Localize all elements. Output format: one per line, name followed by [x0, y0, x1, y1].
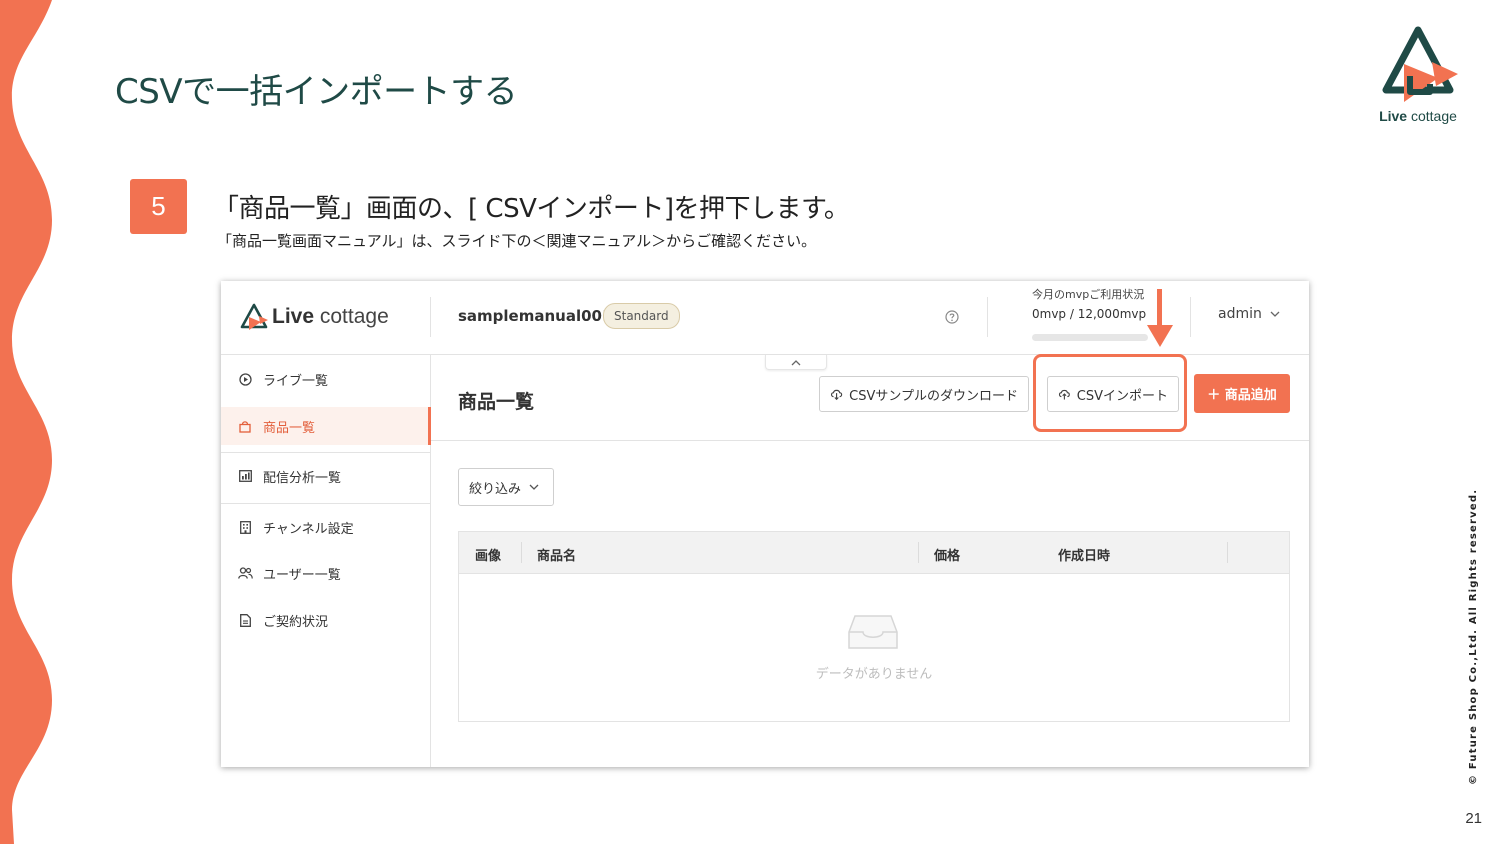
help-icon[interactable] [945, 309, 959, 328]
sidebar-item-channel-settings[interactable]: チャンネル設定 [221, 508, 430, 546]
page-title: 商品一覧 [458, 391, 535, 413]
column-separator [1227, 542, 1228, 563]
decorative-wave [0, 0, 52, 844]
sidebar-item-label: ユーザー一覧 [263, 567, 341, 583]
plan-badge: Standard [603, 303, 680, 329]
chevron-down-icon [529, 484, 539, 490]
header-divider [987, 297, 988, 337]
csv-sample-download-button[interactable]: CSVサンプルのダウンロード [819, 376, 1029, 412]
header-divider [1190, 297, 1191, 337]
tenant-name: samplemanual001 [458, 307, 613, 325]
header-divider [430, 297, 431, 337]
button-label: CSVサンプルのダウンロード [849, 388, 1018, 404]
column-header-name[interactable]: 商品名 [537, 545, 576, 564]
sidebar-divider [221, 503, 430, 504]
step-number-badge: 5 [130, 179, 187, 234]
app-header: Live cottage samplemanual001 Standard 今月… [221, 281, 1309, 355]
filter-label: 絞り込み [469, 481, 522, 497]
sidebar-item-users[interactable]: ユーザー一覧 [221, 554, 430, 592]
empty-inbox-icon [848, 615, 898, 649]
sidebar-item-analytics[interactable]: 配信分析一覧 [221, 457, 430, 495]
column-header-price[interactable]: 価格 [934, 545, 960, 564]
collapse-toggle[interactable] [765, 355, 827, 370]
copyright: © Future Shop Co.,Ltd. All Rights reserv… [1468, 488, 1479, 785]
sidebar-item-label: 配信分析一覧 [263, 470, 342, 486]
app-logo-text: Live cottage [272, 305, 389, 328]
sidebar-item-label: ご契約状況 [263, 614, 329, 630]
users-icon [237, 567, 253, 579]
user-menu[interactable]: admin [1218, 306, 1280, 322]
highlight-frame [1033, 354, 1187, 432]
chevron-down-icon [1270, 311, 1280, 317]
app-logo-icon [240, 303, 268, 330]
column-header-created[interactable]: 作成日時 [1058, 545, 1110, 564]
building-icon [237, 520, 253, 534]
sidebar-divider [221, 452, 430, 453]
brand-name: Live cottage [1379, 108, 1457, 124]
sidebar-item-contract[interactable]: ご契約状況 [221, 601, 430, 639]
app-screenshot: Live cottage samplemanual001 Standard 今月… [221, 281, 1309, 767]
sidebar: ライブ一覧 商品一覧 配信分析一覧 チャンネル設定 ユーザー一覧 ご契約状況 [221, 355, 431, 767]
column-separator [918, 542, 919, 563]
step-instruction: 「商品一覧」画面の、[ CSVインポート]を押下します。 [213, 194, 850, 224]
play-circle-icon [237, 372, 253, 386]
sidebar-item-label: チャンネル設定 [263, 521, 354, 537]
slide-title: CSVで一括インポートする [115, 72, 518, 112]
usage-progress-bar [1032, 334, 1148, 341]
chevron-up-icon [791, 360, 801, 366]
usage-label: 今月のmvpご利用状況 [1032, 288, 1145, 301]
table-header: 画像 商品名 価格 作成日時 [459, 532, 1289, 574]
products-table: 画像 商品名 価格 作成日時 データがありません [458, 531, 1290, 722]
sidebar-item-label: 商品一覧 [263, 420, 316, 436]
step-note: 「商品一覧画面マニュアル」は、スライド下の＜関連マニュアル＞からご確認ください。 [217, 232, 817, 250]
page-number: 21 [1465, 810, 1482, 827]
arrow-down-icon [1147, 289, 1173, 347]
empty-state-text: データがありません [815, 667, 933, 682]
user-name: admin [1218, 306, 1262, 322]
content-divider [431, 440, 1309, 441]
sidebar-item-label: ライブ一覧 [263, 373, 329, 389]
filter-dropdown[interactable]: 絞り込み [458, 468, 554, 506]
add-product-button[interactable]: ＋ 商品追加 [1194, 374, 1290, 413]
sidebar-item-products[interactable]: 商品一覧 [221, 407, 431, 445]
cloud-download-icon [830, 389, 843, 401]
sidebar-item-live-list[interactable]: ライブ一覧 [221, 360, 430, 398]
brand-logo: Live cottage [1366, 24, 1470, 130]
usage-value: 0mvp / 12,000mvp [1032, 307, 1147, 321]
document-icon [237, 613, 253, 627]
column-header-image[interactable]: 画像 [475, 545, 501, 564]
app-logo[interactable]: Live cottage [239, 303, 389, 331]
column-separator [521, 542, 522, 563]
live-cottage-logo-icon [1382, 26, 1458, 102]
button-label: ＋ 商品追加 [1207, 388, 1277, 403]
chart-icon [237, 470, 253, 482]
bag-icon [237, 420, 253, 433]
